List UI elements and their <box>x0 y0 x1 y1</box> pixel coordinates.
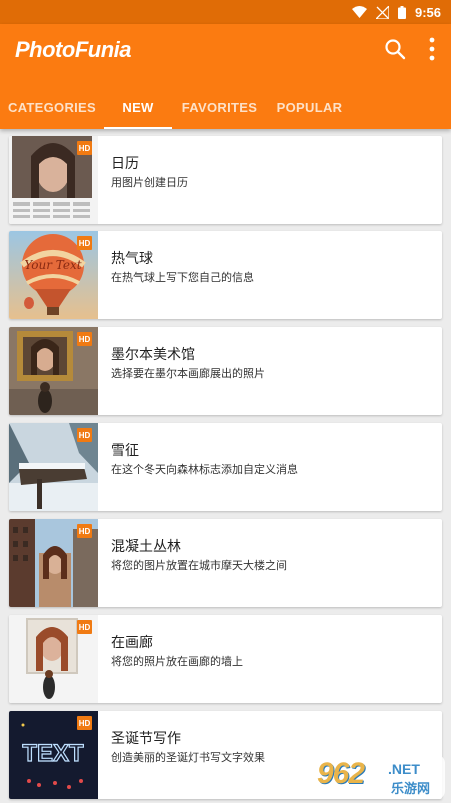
list-item-concrete-jungle[interactable]: HD 混凝土丛林 将您的图片放置在城市摩天大楼之间 <box>9 519 442 607</box>
wifi-icon <box>351 6 367 18</box>
search-icon[interactable] <box>384 38 406 60</box>
tab-bar: CATEGORIES NEW FAVORITES POPULAR <box>0 86 451 129</box>
tab-favorites[interactable]: FAVORITES <box>172 86 267 129</box>
watermark-net: .NET <box>388 761 420 777</box>
item-title: 在画廊 <box>111 635 153 651</box>
app-bar: PhotoFunia CATEGORIES NEW FAVORITES POPU… <box>0 24 451 129</box>
hd-badge: HD <box>77 332 92 346</box>
watermark-sub: 乐游网 <box>391 782 431 797</box>
logo-text-photo: Photo <box>15 37 75 62</box>
item-title: 圣诞节写作 <box>111 731 181 747</box>
gallery-thumbnail: HD <box>9 327 98 415</box>
battery-icon <box>397 5 406 19</box>
balloon-thumbnail: Your Text HD <box>9 231 98 319</box>
list-item-in-gallery[interactable]: HD 在画廊 将您的照片放在画廊的墙上 <box>9 615 442 703</box>
item-title: 雪征 <box>111 443 139 459</box>
tab-popular[interactable]: POPULAR <box>267 86 352 129</box>
list-item-snow-sign[interactable]: HD 雪征 在这个冬天向森林标志添加自定义消息 <box>9 423 442 511</box>
item-description: 将您的照片放在画廊的墙上 <box>111 655 243 668</box>
city-thumbnail: HD <box>9 519 98 607</box>
watermark-number: 962 <box>317 757 365 790</box>
list-item-calendar[interactable]: HD 日历 用图片创建日历 <box>9 136 442 224</box>
more-options-icon[interactable] <box>426 36 438 62</box>
list-item-hot-air-balloon[interactable]: Your Text HD 热气球 在热气球上写下您自己的信息 <box>9 231 442 319</box>
christmas-lights-thumbnail: TEXT HD <box>9 711 98 799</box>
item-description: 创造美丽的圣诞灯书写文字效果 <box>111 751 265 764</box>
balloon-thumb-text: Your Text <box>24 258 81 272</box>
in-gallery-thumbnail: HD <box>9 615 98 703</box>
clock: 9:56 <box>414 4 441 20</box>
hd-badge: HD <box>77 716 92 730</box>
item-description: 用图片创建日历 <box>111 176 188 189</box>
app-logo: PhotoFunia <box>15 37 132 63</box>
site-watermark: 962 .NET 乐游网 <box>313 755 445 799</box>
item-title: 墨尔本美术馆 <box>111 347 195 363</box>
item-description: 在热气球上写下您自己的信息 <box>111 271 254 284</box>
item-title: 热气球 <box>111 251 153 267</box>
status-bar: 9:56 <box>0 0 451 24</box>
signal-off-icon <box>375 5 389 19</box>
hd-badge: HD <box>77 141 92 155</box>
calendar-thumbnail: HD <box>9 136 98 224</box>
item-title: 日历 <box>111 156 139 172</box>
item-title: 混凝土丛林 <box>111 539 181 555</box>
hd-badge: HD <box>77 620 92 634</box>
tab-new[interactable]: NEW <box>104 86 172 129</box>
list-item-melbourne-gallery[interactable]: HD 墨尔本美术馆 选择要在墨尔本画廊展出的照片 <box>9 327 442 415</box>
logo-text-funia: Funia <box>74 37 132 62</box>
hd-badge: HD <box>77 524 92 538</box>
item-description: 将您的图片放置在城市摩天大楼之间 <box>111 559 287 572</box>
hd-badge: HD <box>77 428 92 442</box>
item-description: 在这个冬天向森林标志添加自定义消息 <box>111 463 298 476</box>
item-description: 选择要在墨尔本画廊展出的照片 <box>111 367 265 380</box>
hd-badge: HD <box>77 236 92 250</box>
christmas-thumb-text: TEXT <box>22 740 84 767</box>
snow-sign-thumbnail: HD <box>9 423 98 511</box>
tab-categories[interactable]: CATEGORIES <box>0 86 104 129</box>
